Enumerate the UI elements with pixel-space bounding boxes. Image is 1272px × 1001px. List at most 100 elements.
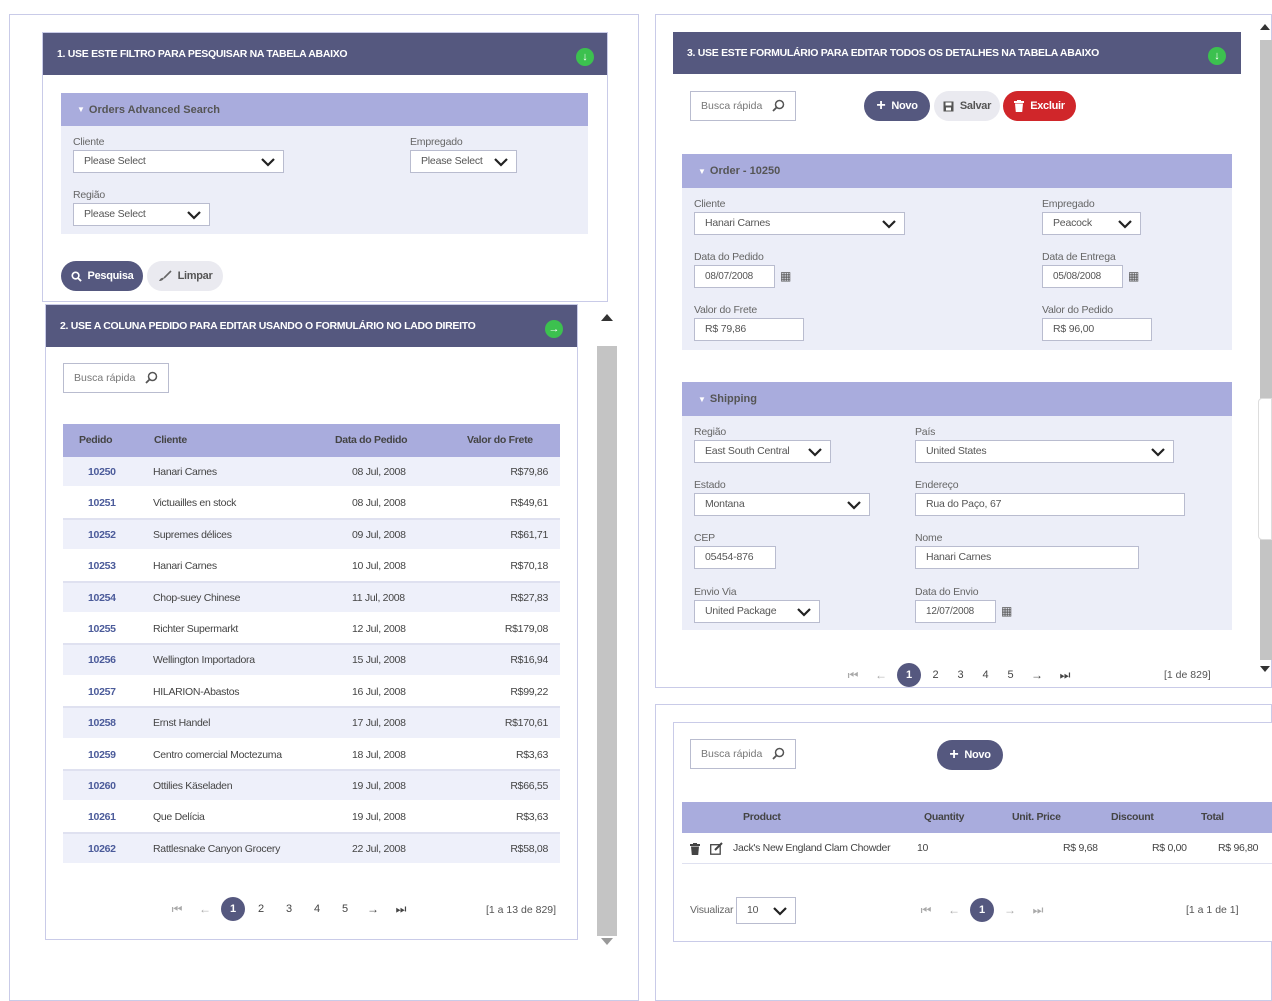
next-page-icon[interactable]: → (996, 903, 1024, 917)
order-id-link[interactable]: 10262 (88, 834, 116, 864)
first-page-icon[interactable]: ⏮ (839, 668, 867, 683)
page-2[interactable]: 2 (247, 903, 275, 915)
envio-via-select[interactable]: United Package (694, 600, 820, 623)
scroll-down-icon[interactable] (1260, 666, 1270, 672)
table-row[interactable]: 10256 Wellington Importadora 15 Jul, 2008 R… (63, 645, 560, 677)
search-button[interactable]: Pesquisa (61, 261, 143, 291)
order-id-link[interactable]: 10253 (88, 551, 116, 581)
page-4[interactable]: 4 (973, 669, 998, 681)
order-id-link[interactable]: 10258 (88, 708, 116, 738)
page-1[interactable]: 1 (970, 898, 994, 922)
collapse-icon[interactable]: ↓ (1208, 47, 1226, 65)
order-id-link[interactable]: 10255 (88, 614, 116, 644)
order-id-link[interactable]: 10261 (88, 802, 116, 832)
nome-input[interactable]: Hanari Carnes (915, 546, 1139, 569)
last-page-icon[interactable]: ⏭ (1024, 903, 1052, 918)
data-envio-input[interactable]: 12/07/2008 (915, 600, 996, 623)
table-row[interactable]: 10257 HILARION-Abastos 16 Jul, 2008 R$99,22 (63, 676, 560, 709)
page-size-select[interactable]: 10 (736, 897, 796, 924)
shipping-section-header[interactable]: ▼ Shipping (682, 382, 1232, 416)
order-id-link[interactable]: 10259 (88, 740, 116, 770)
table-row[interactable]: 10260 Ottilies Käseladen 19 Jul, 2008 R$66,… (63, 771, 560, 803)
prev-page-icon[interactable]: ← (940, 903, 968, 917)
order-id-link[interactable]: 10254 (88, 583, 116, 613)
col-total[interactable]: Total (1201, 802, 1224, 833)
delete-button[interactable]: Excluir (1003, 91, 1076, 121)
edit-icon[interactable] (710, 842, 723, 855)
order-id-link[interactable]: 10256 (88, 645, 116, 675)
col-pedido[interactable]: Pedido (79, 424, 113, 457)
clear-button[interactable]: Limpar (147, 261, 223, 291)
calendar-icon[interactable]: ▦ (780, 269, 791, 283)
order-id-link[interactable]: 10260 (88, 771, 116, 801)
table-row[interactable]: 10255 Richter Supermarkt 12 Jul, 2008 R$179… (63, 614, 560, 646)
endereco-input[interactable]: Rua do Paço, 67 (915, 493, 1185, 516)
data-entrega-input[interactable]: 05/08/2008 (1042, 265, 1123, 288)
orders-search-input[interactable]: Busca rápida (63, 363, 169, 393)
page-1[interactable]: 1 (897, 663, 921, 687)
scroll-thumb[interactable] (597, 346, 617, 936)
new-detail-button[interactable]: + Novo (937, 740, 1003, 770)
page-2[interactable]: 2 (923, 669, 948, 681)
col-valor-frete[interactable]: Valor do Frete (467, 424, 533, 457)
page-1[interactable]: 1 (221, 897, 245, 921)
prev-page-icon[interactable]: ← (191, 902, 219, 916)
pais-select[interactable]: United States (915, 440, 1174, 463)
table-row[interactable]: 10261 Que Delícia 19 Jul, 2008 R$3,63 (63, 802, 560, 834)
page-5[interactable]: 5 (331, 903, 359, 915)
page-4[interactable]: 4 (303, 903, 331, 915)
page-3[interactable]: 3 (275, 903, 303, 915)
col-discount[interactable]: Discount (1111, 802, 1154, 833)
left-scrollbar[interactable] (595, 306, 619, 954)
cliente-select[interactable]: Hanari Carnes (694, 212, 905, 235)
order-id-link[interactable]: 10257 (88, 677, 116, 707)
last-page-icon[interactable]: ⏭ (1051, 668, 1079, 683)
right-scrollbar[interactable] (1258, 22, 1272, 682)
collapse-icon[interactable]: ↓ (576, 48, 594, 66)
data-pedido-input[interactable]: 08/07/2008 (694, 265, 775, 288)
edit-search-input[interactable]: Busca rápida (690, 91, 796, 121)
order-section-header[interactable]: ▼ Order - 10250 (682, 154, 1232, 188)
col-quantity[interactable]: Quantity (924, 802, 964, 833)
table-row[interactable]: 10254 Chop-suey Chinese 11 Jul, 2008 R$27,8… (63, 582, 560, 614)
scroll-down-icon[interactable] (601, 938, 613, 945)
page-3[interactable]: 3 (948, 669, 973, 681)
empregado-select[interactable]: Peacock (1042, 212, 1141, 235)
prev-page-icon[interactable]: ← (867, 668, 895, 682)
table-row[interactable]: 10262 Rattlesnake Canyon Grocery 22 Jul, 2… (63, 833, 560, 866)
filter-section-header[interactable]: ▼ Orders Advanced Search (61, 93, 588, 126)
next-page-icon[interactable]: → (359, 902, 387, 916)
regiao-select[interactable]: East South Central (694, 440, 831, 463)
empregado-select[interactable]: Please Select (410, 150, 517, 173)
order-id-link[interactable]: 10250 (88, 457, 116, 487)
estado-select[interactable]: Montana (694, 493, 870, 516)
col-product[interactable]: Product (743, 802, 781, 833)
floating-toolbar[interactable] (1258, 398, 1272, 540)
table-row[interactable]: 10258 Ernst Handel 17 Jul, 2008 R$170,61 (63, 708, 560, 740)
valor-pedido-input[interactable]: R$ 96,00 (1042, 318, 1152, 341)
table-row[interactable]: 10250 Hanari Carnes 08 Jul, 2008 R$79,86 (63, 457, 560, 489)
detail-search-input[interactable]: Busca rápida (690, 739, 796, 769)
trash-icon[interactable] (690, 843, 700, 855)
new-button[interactable]: + Novo (864, 91, 930, 121)
table-row[interactable]: 10253 Hanari Carnes 10 Jul, 2008 R$70,18 (63, 551, 560, 583)
next-page-icon[interactable]: → (1023, 668, 1051, 682)
valor-frete-input[interactable]: R$ 79,86 (694, 318, 804, 341)
cep-input[interactable]: 05454-876 (694, 546, 776, 569)
table-row[interactable]: 10251 Victuailles en stock 08 Jul, 2008 R$4… (63, 488, 560, 520)
col-cliente[interactable]: Cliente (154, 424, 187, 457)
calendar-icon[interactable]: ▦ (1128, 269, 1139, 283)
scroll-up-icon[interactable] (1260, 24, 1270, 30)
arrow-right-icon[interactable]: → (545, 320, 563, 338)
table-row[interactable]: 10252 Supremes délices 09 Jul, 2008 R$61,71 (63, 519, 560, 552)
save-button[interactable]: Salvar (934, 91, 1000, 121)
order-id-link[interactable]: 10251 (88, 488, 116, 518)
col-unit-price[interactable]: Unit. Price (1012, 802, 1061, 833)
col-data-pedido[interactable]: Data do Pedido (335, 424, 408, 457)
calendar-icon[interactable]: ▦ (1001, 604, 1012, 618)
table-row[interactable]: 10259 Centro comercial Moctezuma 18 Jul, 2… (63, 739, 560, 771)
order-id-link[interactable]: 10252 (88, 520, 116, 550)
first-page-icon[interactable]: ⏮ (163, 902, 191, 917)
page-5[interactable]: 5 (998, 669, 1023, 681)
regiao-select[interactable]: Please Select (73, 203, 210, 226)
